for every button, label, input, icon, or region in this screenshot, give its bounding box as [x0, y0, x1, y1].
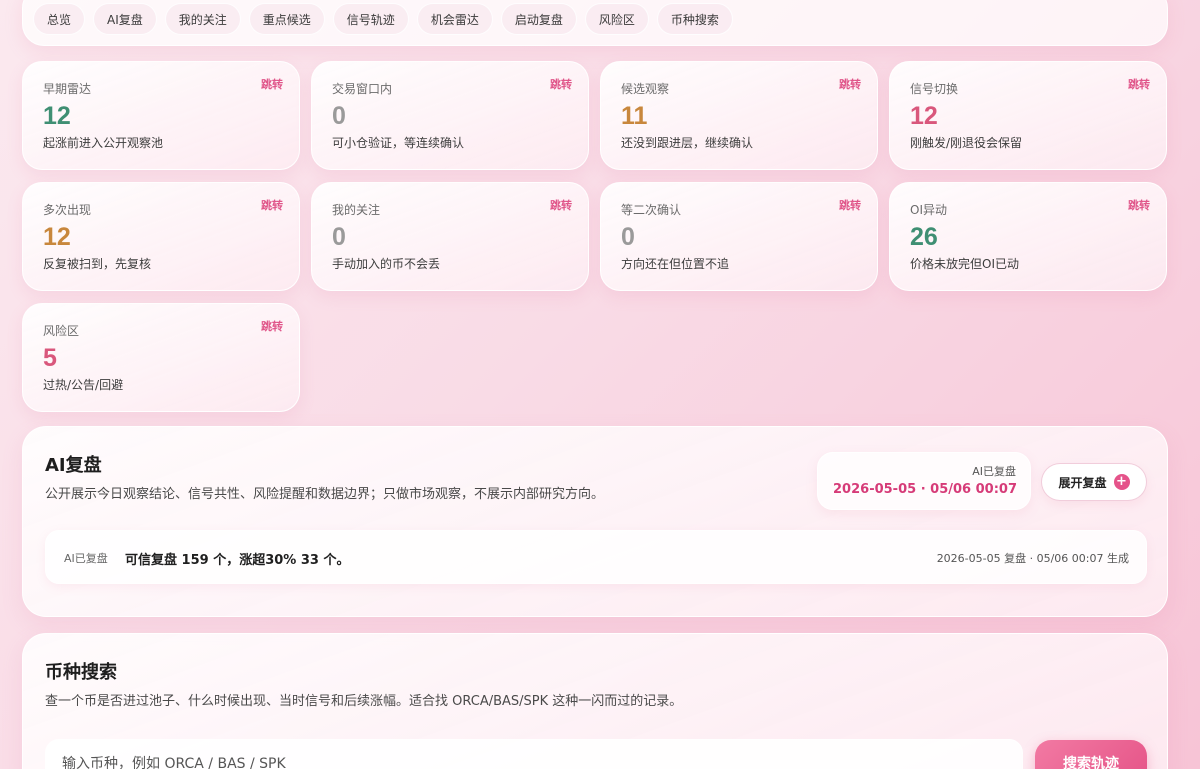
tab-launch-review[interactable]: 启动复盘: [500, 3, 577, 35]
jump-link[interactable]: 跳转: [839, 197, 861, 213]
card-desc: 手动加入的币不会丢: [332, 257, 441, 271]
ai-row-summary: 可信复盘 159 个，涨超30% 33 个。: [125, 553, 350, 568]
card-value: 12: [43, 223, 71, 251]
tab-ai-review[interactable]: AI复盘: [93, 3, 157, 35]
top-nav: 总览 AI复盘 我的关注 重点候选 信号轨迹 机会雷达 启动复盘 风险区 币种搜…: [22, 0, 1168, 46]
card-value: 12: [43, 102, 71, 130]
card-title: 交易窗口内: [332, 82, 393, 96]
expand-review-button[interactable]: 展开复盘 +: [1041, 463, 1147, 501]
card-desc: 方向还在但位置不追: [621, 257, 730, 271]
stat-card-second-confirm[interactable]: 等二次确认 跳转 0 方向还在但位置不追: [600, 182, 878, 291]
ai-review-title: AI复盘: [45, 455, 102, 476]
tab-key-candidates[interactable]: 重点候选: [248, 3, 325, 35]
card-title: 信号切换: [910, 82, 959, 96]
plus-icon: +: [1113, 474, 1130, 490]
tab-opportunity-radar[interactable]: 机会雷达: [416, 3, 493, 35]
card-value: 12: [910, 102, 938, 130]
card-value: 0: [621, 223, 635, 251]
jump-link[interactable]: 跳转: [261, 76, 283, 92]
card-desc: 起涨前进入公开观察池: [43, 136, 164, 150]
tab-signal-track[interactable]: 信号轨迹: [332, 3, 409, 35]
stat-card-signal-switch[interactable]: 信号切换 跳转 12 刚触发/刚退役会保留: [889, 61, 1167, 170]
stat-card-risk-zone[interactable]: 风险区 跳转 5 过热/公告/回避: [22, 303, 300, 412]
card-desc: 还没到跟进层，继续确认: [621, 136, 754, 150]
stat-card-oi-anomaly[interactable]: OI异动 跳转 26 价格未放完但OI已动: [889, 182, 1167, 291]
ai-status-time: 2026-05-05 · 05/06 00:07: [833, 482, 1017, 497]
ai-review-subtitle: 公开展示今日观察结论、信号共性、风险提醒和数据边界；只做市场观察，不展示内部研究…: [45, 487, 605, 502]
stat-card-trade-window[interactable]: 交易窗口内 跳转 0 可小仓验证，等连续确认: [311, 61, 589, 170]
card-value: 0: [332, 102, 346, 130]
coin-search-title: 币种搜索: [45, 662, 117, 683]
stat-card-repeated[interactable]: 多次出现 跳转 12 反复被扫到，先复核: [22, 182, 300, 291]
card-title: 早期雷达: [43, 82, 92, 96]
card-title: 等二次确认: [621, 203, 682, 217]
jump-link[interactable]: 跳转: [550, 76, 572, 92]
card-title: 风险区: [43, 324, 80, 338]
jump-link[interactable]: 跳转: [839, 76, 861, 92]
tab-risk-zone[interactable]: 风险区: [584, 3, 649, 35]
card-value: 5: [43, 344, 57, 372]
tab-my-watchlist[interactable]: 我的关注: [164, 3, 241, 35]
card-desc: 刚触发/刚退役会保留: [910, 136, 1023, 150]
card-desc: 反复被扫到，先复核: [43, 257, 152, 271]
card-title: OI异动: [910, 203, 947, 217]
ai-row-meta: 2026-05-05 复盘 · 05/06 00:07 生成: [936, 552, 1129, 565]
card-desc: 可小仓验证，等连续确认: [332, 136, 465, 150]
card-value: 11: [621, 102, 648, 130]
card-value: 26: [910, 223, 938, 251]
coin-search-subtitle: 查一个币是否进过池子、什么时候出现、当时信号和后续涨幅。适合找 ORCA/BAS…: [45, 694, 683, 709]
tab-coin-search[interactable]: 币种搜索: [656, 3, 733, 35]
jump-link[interactable]: 跳转: [550, 197, 572, 213]
search-track-button[interactable]: 搜索轨迹: [1035, 740, 1147, 769]
jump-link[interactable]: 跳转: [261, 197, 283, 213]
tab-overview[interactable]: 总览: [33, 3, 86, 35]
card-title: 多次出现: [43, 203, 92, 217]
stat-cards: 早期雷达 跳转 12 起涨前进入公开观察池 交易窗口内 跳转 0 可小仓验证，等…: [22, 61, 1168, 412]
card-title: 候选观察: [621, 82, 670, 96]
ai-row-tag: AI已复盘: [64, 552, 108, 565]
card-title: 我的关注: [332, 203, 381, 217]
coin-search-input[interactable]: [45, 739, 1023, 769]
expand-review-label: 展开复盘: [1058, 475, 1107, 490]
ai-review-summary-row: AI已复盘 可信复盘 159 个，涨超30% 33 个。 2026-05-05 …: [45, 530, 1147, 584]
ai-review-panel: AI复盘 公开展示今日观察结论、信号共性、风险提醒和数据边界；只做市场观察，不展…: [22, 426, 1168, 617]
stat-card-my-watchlist[interactable]: 我的关注 跳转 0 手动加入的币不会丢: [311, 182, 589, 291]
card-desc: 价格未放完但OI已动: [910, 257, 1019, 271]
stat-card-candidate-watch[interactable]: 候选观察 跳转 11 还没到跟进层，继续确认: [600, 61, 878, 170]
coin-search-panel: 币种搜索 查一个币是否进过池子、什么时候出现、当时信号和后续涨幅。适合找 ORC…: [22, 633, 1168, 769]
ai-review-status: AI已复盘 2026-05-05 · 05/06 00:07: [817, 452, 1031, 510]
jump-link[interactable]: 跳转: [1128, 197, 1150, 213]
jump-link[interactable]: 跳转: [1128, 76, 1150, 92]
ai-status-label: AI已复盘: [972, 465, 1016, 478]
card-desc: 过热/公告/回避: [43, 378, 124, 392]
jump-link[interactable]: 跳转: [261, 318, 283, 334]
stat-card-early-radar[interactable]: 早期雷达 跳转 12 起涨前进入公开观察池: [22, 61, 300, 170]
card-value: 0: [332, 223, 346, 251]
